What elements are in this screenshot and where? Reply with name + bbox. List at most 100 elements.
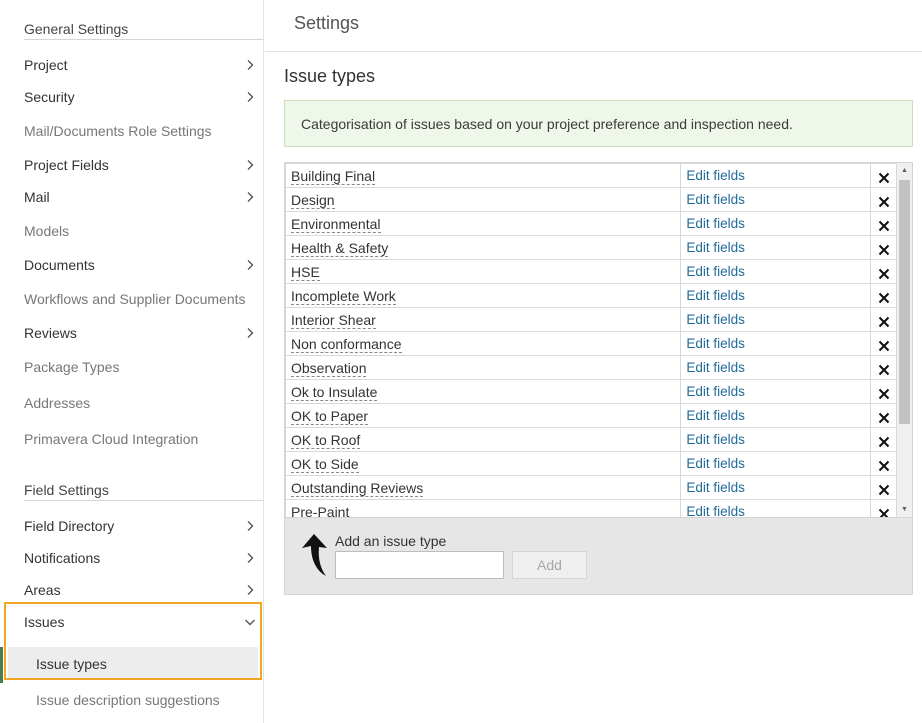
sidebar-item-workflows-and-supplier-documents[interactable]: Workflows and Supplier Documents	[24, 287, 256, 311]
info-message: Categorisation of issues based on your p…	[284, 100, 913, 147]
edit-fields-link[interactable]: Edit fields	[680, 163, 872, 188]
sidebar-item-label: Project	[24, 57, 68, 73]
chevron-right-icon[interactable]	[244, 159, 256, 171]
chevron-right-icon[interactable]	[244, 59, 256, 71]
edit-fields-link[interactable]: Edit fields	[680, 259, 872, 284]
chevron-right-icon[interactable]	[244, 584, 256, 596]
close-icon[interactable]	[878, 507, 890, 517]
issue-type-name[interactable]: Ok to Insulate	[285, 379, 682, 404]
chevron-right-icon[interactable]	[244, 259, 256, 271]
edit-fields-link[interactable]: Edit fields	[680, 355, 872, 380]
close-icon[interactable]	[878, 219, 890, 232]
issue-type-name[interactable]: Outstanding Reviews	[285, 475, 682, 500]
table-row: Health & Safety Edit fields	[285, 235, 897, 260]
table-row: Interior Shear Edit fields	[285, 307, 897, 332]
edit-fields-link[interactable]: Edit fields	[680, 499, 872, 517]
delete-cell	[870, 283, 897, 308]
sidebar-item-label: Addresses	[24, 395, 91, 411]
scroll-down-arrow-icon[interactable]: ▼	[897, 502, 912, 517]
edit-fields-link[interactable]: Edit fields	[680, 403, 872, 428]
edit-fields-link[interactable]: Edit fields	[680, 211, 872, 236]
chevron-right-icon[interactable]	[244, 520, 256, 532]
close-icon[interactable]	[878, 195, 890, 208]
close-icon[interactable]	[878, 363, 890, 376]
issue-type-name[interactable]: Environmental	[285, 211, 682, 236]
close-icon[interactable]	[878, 387, 890, 400]
issue-type-name[interactable]: Health & Safety	[285, 235, 682, 260]
field-settings-heading: Field Settings	[24, 481, 263, 501]
delete-cell	[870, 427, 897, 452]
close-icon[interactable]	[878, 411, 890, 424]
sidebar-item-mail[interactable]: Mail	[24, 185, 256, 209]
sidebar-item-documents[interactable]: Documents	[24, 253, 256, 277]
issue-type-name[interactable]: OK to Side	[285, 451, 682, 476]
issue-type-name[interactable]: OK to Roof	[285, 427, 682, 452]
sidebar-item-mail-documents-role-settings[interactable]: Mail/Documents Role Settings	[24, 119, 256, 143]
close-icon[interactable]	[878, 243, 890, 256]
add-issue-type-input[interactable]	[335, 551, 504, 579]
chevron-right-icon[interactable]	[244, 191, 256, 203]
sidebar-item-reviews[interactable]: Reviews	[24, 321, 256, 345]
sidebar-item-label: Documents	[24, 257, 95, 273]
issue-types-panel: Building Final Edit fields Design Edit fiel…	[284, 162, 913, 595]
edit-fields-link[interactable]: Edit fields	[680, 379, 872, 404]
sidebar-item-models[interactable]: Models	[24, 219, 256, 243]
close-icon[interactable]	[878, 459, 890, 472]
sidebar-item-addresses[interactable]: Addresses	[24, 391, 256, 415]
edit-fields-link[interactable]: Edit fields	[680, 235, 872, 260]
add-button[interactable]: Add	[512, 551, 587, 579]
sidebar-item-areas[interactable]: Areas	[24, 578, 256, 602]
sidebar-item-notifications[interactable]: Notifications	[24, 546, 256, 570]
edit-fields-link[interactable]: Edit fields	[680, 451, 872, 476]
delete-cell	[870, 475, 897, 500]
issue-type-name[interactable]: Design	[285, 187, 682, 212]
edit-fields-link[interactable]: Edit fields	[680, 331, 872, 356]
close-icon[interactable]	[878, 435, 890, 448]
edit-fields-link[interactable]: Edit fields	[680, 475, 872, 500]
chevron-right-icon[interactable]	[244, 552, 256, 564]
edit-fields-link[interactable]: Edit fields	[680, 427, 872, 452]
table-row: Design Edit fields	[285, 187, 897, 212]
issue-type-name[interactable]: Building Final	[285, 163, 682, 188]
issue-type-name[interactable]: HSE	[285, 259, 682, 284]
issue-type-name[interactable]: Observation	[285, 355, 682, 380]
issue-type-name[interactable]: Interior Shear	[285, 307, 682, 332]
delete-cell	[870, 379, 897, 404]
delete-cell	[870, 307, 897, 332]
edit-fields-link[interactable]: Edit fields	[680, 283, 872, 308]
sidebar-item-primavera-cloud-integration[interactable]: Primavera Cloud Integration	[24, 427, 256, 451]
issue-type-name-text: Pre-Paint	[291, 503, 350, 517]
sidebar-item-security[interactable]: Security	[24, 85, 256, 109]
issue-type-name[interactable]: OK to Paper	[285, 403, 682, 428]
table-row: OK to Roof Edit fields	[285, 427, 897, 452]
sidebar-item-field-directory[interactable]: Field Directory	[24, 514, 256, 538]
close-icon[interactable]	[878, 315, 890, 328]
vertical-scrollbar[interactable]: ▲ ▼	[897, 163, 912, 517]
issue-type-name[interactable]: Non conformance	[285, 331, 682, 356]
delete-cell	[870, 235, 897, 260]
chevron-right-icon[interactable]	[244, 91, 256, 103]
sidebar-item-project[interactable]: Project	[24, 53, 256, 77]
sidebar-item-label: Notifications	[24, 550, 101, 566]
issue-type-name[interactable]: Pre-Paint	[285, 499, 682, 517]
edit-fields-link[interactable]: Edit fields	[680, 187, 872, 212]
close-icon[interactable]	[878, 171, 890, 184]
issue-type-name-text: Non conformance	[291, 335, 402, 353]
issue-type-name[interactable]: Incomplete Work	[285, 283, 682, 308]
scroll-up-arrow-icon[interactable]: ▲	[897, 163, 912, 178]
scrollbar-thumb[interactable]	[899, 180, 910, 424]
sidebar-item-issue-types[interactable]: Issue types	[36, 654, 107, 674]
info-text: Categorisation of issues based on your p…	[301, 116, 793, 132]
sidebar-item-project-fields[interactable]: Project Fields	[24, 153, 256, 177]
close-icon[interactable]	[878, 483, 890, 496]
close-icon[interactable]	[878, 291, 890, 304]
edit-fields-link[interactable]: Edit fields	[680, 307, 872, 332]
table-row: Incomplete Work Edit fields	[285, 283, 897, 308]
sidebar-item-package-types[interactable]: Package Types	[24, 355, 256, 379]
close-icon[interactable]	[878, 267, 890, 280]
close-icon[interactable]	[878, 339, 890, 352]
sidebar-item-issue-description-suggestions[interactable]: Issue description suggestions	[36, 690, 220, 710]
delete-cell	[870, 403, 897, 428]
issue-types-scroll-area[interactable]: Building Final Edit fields Design Edit fiel…	[285, 163, 912, 517]
chevron-right-icon[interactable]	[244, 327, 256, 339]
